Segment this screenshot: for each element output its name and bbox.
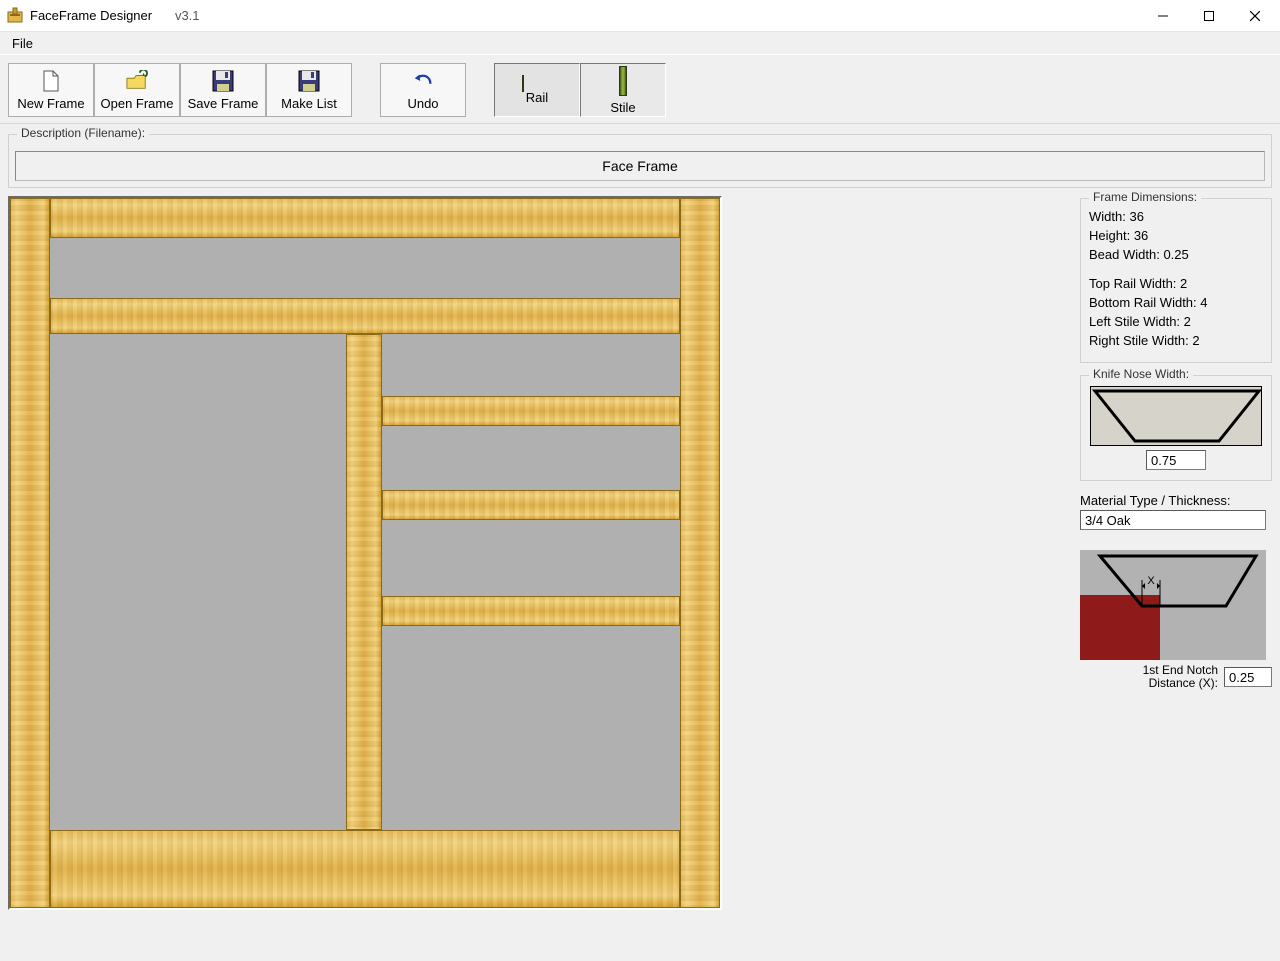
dim-height: Height: 36	[1089, 228, 1263, 243]
drawer-rail-3[interactable]	[382, 596, 680, 626]
toolbar: New Frame Open Frame Save Frame Make Lis…	[0, 54, 1280, 124]
close-button[interactable]	[1232, 1, 1278, 31]
new-file-icon	[40, 70, 62, 92]
description-group: Description (Filename):	[8, 134, 1272, 188]
bottom-rail[interactable]	[50, 830, 680, 908]
knife-nose-legend: Knife Nose Width:	[1089, 367, 1193, 381]
open-folder-icon	[126, 70, 148, 92]
center-stile[interactable]	[346, 334, 382, 830]
description-input[interactable]	[15, 151, 1265, 181]
open-frame-button[interactable]: Open Frame	[94, 63, 180, 117]
frame-dimensions-group: Frame Dimensions: Width: 36 Height: 36 B…	[1080, 198, 1272, 363]
left-stile[interactable]	[10, 198, 50, 908]
minimize-button[interactable]	[1140, 1, 1186, 31]
toolbar-label: Open Frame	[101, 96, 174, 111]
stile-tool-toggle[interactable]: Stile	[580, 63, 666, 117]
mid-rail-1[interactable]	[50, 298, 680, 334]
app-icon	[6, 7, 24, 25]
toolbar-label: Stile	[610, 100, 635, 115]
right-stile[interactable]	[680, 198, 720, 908]
top-rail[interactable]	[50, 198, 680, 238]
material-input[interactable]	[1080, 510, 1266, 530]
undo-button[interactable]: Undo	[380, 63, 466, 117]
dim-width: Width: 36	[1089, 209, 1263, 224]
toolbar-label: Save Frame	[188, 96, 259, 111]
maximize-button[interactable]	[1186, 1, 1232, 31]
save-frame-button[interactable]: Save Frame	[180, 63, 266, 117]
knife-nose-input[interactable]	[1146, 450, 1206, 470]
titlebar: FaceFrame Designer v3.1	[0, 0, 1280, 32]
frame-canvas[interactable]	[8, 196, 722, 910]
drawer-rail-2[interactable]	[382, 490, 680, 520]
dim-bead: Bead Width: 0.25	[1089, 247, 1263, 262]
toolbar-label: Make List	[281, 96, 337, 111]
notch-label: 1st End Notch Distance (X):	[1143, 664, 1218, 690]
dim-bottom-rail: Bottom Rail Width: 4	[1089, 295, 1263, 310]
toolbar-label: Undo	[407, 96, 438, 111]
stile-icon	[619, 66, 627, 96]
make-list-button[interactable]: Make List	[266, 63, 352, 117]
menu-file[interactable]: File	[4, 32, 41, 54]
frame-dimensions-legend: Frame Dimensions:	[1089, 190, 1201, 204]
knife-nose-group: Knife Nose Width:	[1080, 375, 1272, 481]
undo-icon	[412, 70, 434, 92]
rail-icon	[522, 76, 552, 86]
knife-diagram	[1090, 386, 1262, 446]
menubar: File	[0, 32, 1280, 54]
notch-x-annotation: X	[1147, 575, 1155, 587]
end-notch-input[interactable]	[1224, 667, 1272, 687]
new-frame-button[interactable]: New Frame	[8, 63, 94, 117]
save-list-icon	[298, 70, 320, 92]
toolbar-label: New Frame	[17, 96, 84, 111]
material-label: Material Type / Thickness:	[1080, 493, 1272, 508]
rail-tool-toggle[interactable]: Rail	[494, 63, 580, 117]
dim-right-stile: Right Stile Width: 2	[1089, 333, 1263, 348]
app-version: v3.1	[175, 8, 200, 23]
drawer-rail-1[interactable]	[382, 396, 680, 426]
toolbar-label: Rail	[526, 90, 548, 105]
app-title: FaceFrame Designer	[30, 8, 152, 23]
description-legend: Description (Filename):	[17, 126, 149, 140]
save-icon	[212, 70, 234, 92]
end-notch-diagram: X	[1080, 550, 1266, 660]
dim-top-rail: Top Rail Width: 2	[1089, 276, 1263, 291]
dim-left-stile: Left Stile Width: 2	[1089, 314, 1263, 329]
